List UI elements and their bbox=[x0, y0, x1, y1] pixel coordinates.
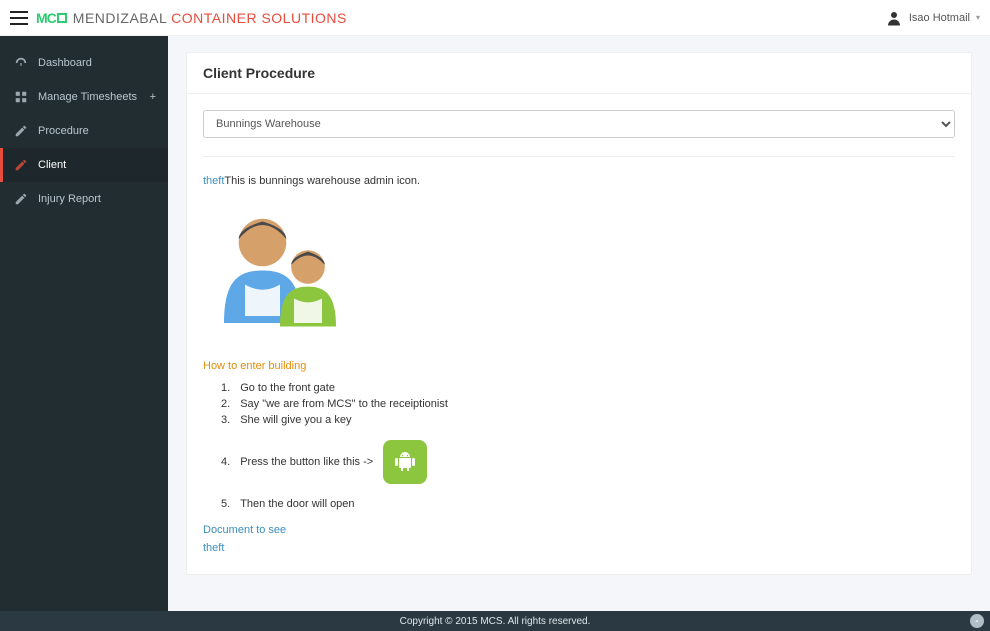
users-graphic-icon bbox=[203, 197, 343, 337]
expand-plus-icon: + bbox=[150, 91, 156, 103]
howto-steps: Go to the front gate Say "we are from MC… bbox=[203, 380, 955, 512]
step-item: Go to the front gate bbox=[221, 380, 955, 396]
sidebar: Dashboard Manage Timesheets + Procedure … bbox=[0, 36, 168, 611]
page-title: Client Procedure bbox=[203, 65, 955, 81]
android-button[interactable] bbox=[383, 440, 427, 484]
top-header: MC MENDIZABAL CONTAINER SOLUTIONS Isao H… bbox=[0, 0, 990, 36]
sidebar-label: Client bbox=[38, 159, 66, 171]
procedure-intro: theftThis is bunnings warehouse admin ic… bbox=[203, 175, 955, 187]
brand-glyph-icon: MC bbox=[36, 10, 67, 26]
sidebar-item-dashboard[interactable]: Dashboard bbox=[0, 46, 168, 80]
sidebar-label: Dashboard bbox=[38, 57, 92, 69]
step-item-with-button: Press the button like this -> bbox=[221, 438, 955, 486]
brand-title: MENDIZABAL CONTAINER SOLUTIONS bbox=[73, 10, 347, 26]
theft-link[interactable]: theft bbox=[203, 542, 955, 554]
pencil-icon bbox=[14, 192, 28, 206]
main-content: Client Procedure Bunnings Warehouse thef… bbox=[168, 36, 990, 611]
sidebar-label: Injury Report bbox=[38, 193, 101, 205]
sidebar-label: Manage Timesheets bbox=[38, 91, 137, 103]
pencil-icon bbox=[14, 124, 28, 138]
howto-title: How to enter building bbox=[203, 360, 955, 372]
menu-toggle-icon[interactable] bbox=[10, 11, 28, 25]
user-menu[interactable]: Isao Hotmail ▾ bbox=[885, 9, 980, 27]
android-icon bbox=[393, 450, 417, 474]
scroll-top-button[interactable] bbox=[970, 614, 984, 628]
grid-icon bbox=[14, 90, 28, 104]
sidebar-item-injury-report[interactable]: Injury Report bbox=[0, 182, 168, 216]
brand-part-1: MENDIZABAL bbox=[73, 10, 167, 26]
step-item: She will give you a key bbox=[221, 412, 955, 428]
sidebar-label: Procedure bbox=[38, 125, 89, 137]
chevron-down-icon: ▾ bbox=[976, 13, 980, 22]
client-select[interactable]: Bunnings Warehouse bbox=[203, 110, 955, 138]
procedure-desc: This is bunnings warehouse admin icon. bbox=[224, 175, 420, 187]
sidebar-item-manage-timesheets[interactable]: Manage Timesheets + bbox=[0, 80, 168, 114]
footer-text: Copyright © 2015 MCS. All rights reserve… bbox=[400, 616, 591, 627]
panel-header: Client Procedure bbox=[187, 53, 971, 94]
procedure-tag[interactable]: theft bbox=[203, 175, 224, 187]
dashboard-icon bbox=[14, 56, 28, 70]
step-item: Then the door will open bbox=[221, 496, 955, 512]
panel-client-procedure: Client Procedure Bunnings Warehouse thef… bbox=[186, 52, 972, 575]
pencil-icon bbox=[14, 158, 28, 172]
chevron-up-icon bbox=[973, 617, 981, 625]
sidebar-item-procedure[interactable]: Procedure bbox=[0, 114, 168, 148]
footer: Copyright © 2015 MCS. All rights reserve… bbox=[0, 611, 990, 631]
brand-part-2: CONTAINER SOLUTIONS bbox=[171, 10, 347, 26]
user-avatar-icon bbox=[885, 9, 903, 27]
user-name: Isao Hotmail bbox=[909, 12, 970, 24]
step-item: Say "we are from MCS" to the receiptioni… bbox=[221, 396, 955, 412]
document-link[interactable]: Document to see bbox=[203, 524, 955, 536]
sidebar-item-client[interactable]: Client bbox=[0, 148, 168, 182]
